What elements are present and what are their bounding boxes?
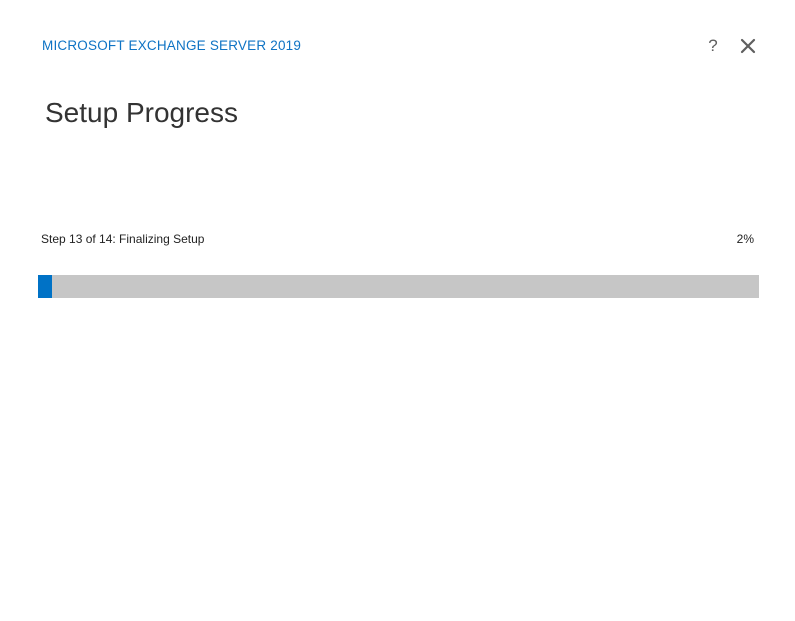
step-status-text: Step 13 of 14: Finalizing Setup bbox=[41, 232, 205, 246]
page-title: Setup Progress bbox=[45, 97, 238, 128]
close-icon bbox=[740, 38, 756, 54]
help-button[interactable]: ? bbox=[703, 34, 723, 58]
progress-bar-fill bbox=[38, 275, 52, 298]
progress-bar bbox=[38, 275, 759, 298]
close-button[interactable] bbox=[738, 36, 758, 56]
progress-percent: 2% bbox=[736, 232, 754, 246]
app-title: MICROSOFT EXCHANGE SERVER 2019 bbox=[42, 38, 302, 53]
